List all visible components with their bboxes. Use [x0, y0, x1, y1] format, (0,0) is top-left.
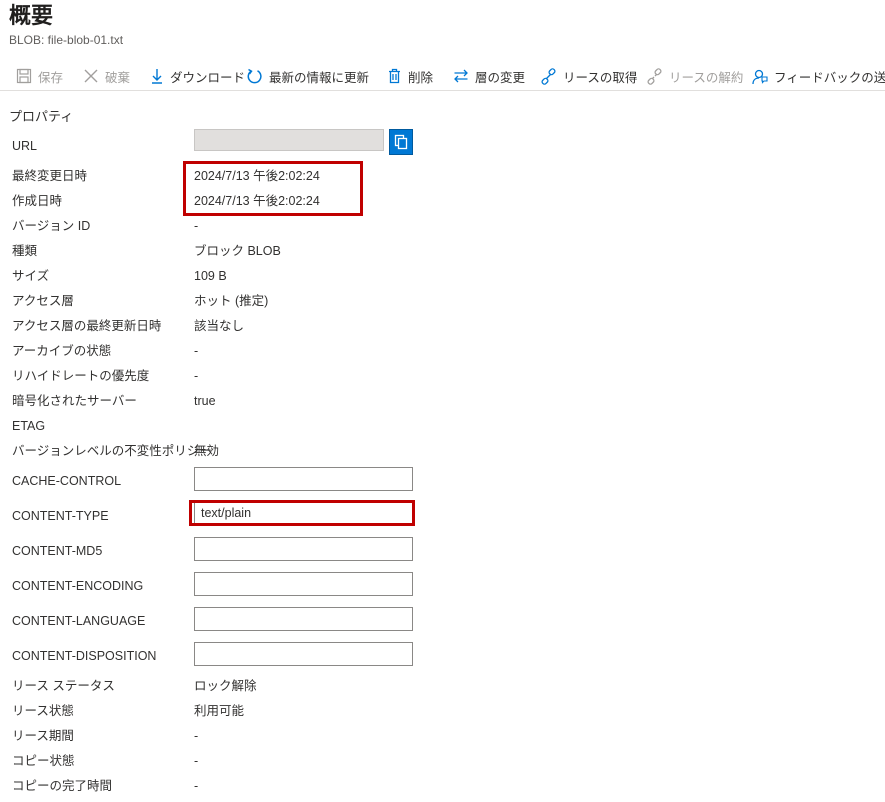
archive-status-label: アーカイブの状態	[12, 344, 112, 358]
tier-last-modified-value: 該当なし	[194, 319, 245, 333]
content-language-label: CONTENT-LANGUAGE	[12, 614, 146, 628]
save-button[interactable]: 保存	[16, 62, 63, 90]
url-field[interactable]	[194, 129, 384, 151]
delete-button[interactable]: 削除	[387, 62, 433, 90]
command-bar: 保存 破棄 ダウンロード 最新の情報に更新 削除 層の変更 リースの取得 リース…	[0, 62, 885, 91]
server-encrypted-label: 暗号化されたサーバー	[12, 394, 137, 408]
content-type-label: CONTENT-TYPE	[12, 509, 109, 523]
archive-status-value: -	[194, 344, 199, 358]
content-encoding-input[interactable]	[194, 572, 413, 596]
trash-icon	[389, 68, 400, 84]
lease-status-value: ロック解除	[194, 679, 257, 693]
save-icon	[16, 68, 32, 84]
change-tier-label: 層の変更	[475, 70, 526, 85]
rehydrate-priority-value: -	[194, 369, 199, 383]
lease-status-label: リース ステータス	[12, 679, 115, 693]
save-label: 保存	[38, 70, 64, 85]
copy-completion-time-value: -	[194, 779, 199, 793]
url-label: URL	[12, 139, 38, 153]
refresh-icon	[247, 68, 262, 83]
content-disposition-label: CONTENT-DISPOSITION	[12, 649, 157, 663]
created-value: 2024/7/13 午後2:02:24	[194, 194, 320, 208]
break-lease-button[interactable]: リースの解約	[646, 62, 743, 90]
blob-name-subtitle: BLOB: file-blob-01.txt	[9, 33, 124, 47]
lease-duration-value: -	[194, 729, 199, 743]
acquire-lease-label: リースの取得	[563, 70, 638, 85]
content-encoding-label: CONTENT-ENCODING	[12, 579, 144, 593]
discard-label: 破棄	[105, 70, 131, 85]
feedback-icon	[752, 69, 768, 84]
content-disposition-input[interactable]	[194, 642, 413, 666]
feedback-label: フィードバックの送信	[774, 70, 885, 85]
immutability-policy-label: バージョンレベルの不変性ポリシー	[12, 444, 212, 458]
link-icon	[541, 67, 556, 85]
blob-type-label: 種類	[12, 244, 38, 258]
copy-status-label: コピー状態	[12, 754, 75, 768]
break-lease-label: リースの解約	[669, 70, 744, 85]
page-title: 概要	[9, 3, 54, 28]
last-modified-label: 最終変更日時	[12, 169, 88, 183]
lease-state-value: 利用可能	[194, 704, 245, 718]
content-md5-label: CONTENT-MD5	[12, 544, 103, 558]
content-md5-input[interactable]	[194, 537, 413, 561]
cache-control-input[interactable]	[194, 467, 413, 491]
size-value: 109 B	[194, 269, 227, 283]
etag-label: ETAG	[12, 419, 46, 433]
download-button[interactable]: ダウンロード	[150, 62, 245, 90]
size-label: サイズ	[12, 269, 50, 283]
download-label: ダウンロード	[170, 70, 246, 85]
rehydrate-priority-label: リハイドレートの優先度	[12, 369, 150, 383]
lease-duration-label: リース期間	[12, 729, 74, 743]
broken-link-icon	[647, 67, 662, 85]
copy-icon	[394, 134, 408, 150]
refresh-label: 最新の情報に更新	[269, 70, 370, 85]
properties-section-title: プロパティ	[9, 109, 74, 124]
version-id-label: バージョン ID	[12, 219, 91, 233]
refresh-button[interactable]: 最新の情報に更新	[246, 62, 369, 90]
feedback-button[interactable]: フィードバックの送信	[751, 62, 885, 90]
change-tier-button[interactable]: 層の変更	[453, 62, 525, 90]
server-encrypted-value: true	[194, 394, 216, 408]
created-label: 作成日時	[12, 194, 63, 208]
delete-label: 削除	[408, 70, 434, 85]
copy-url-button[interactable]	[389, 129, 413, 155]
acquire-lease-button[interactable]: リースの取得	[540, 62, 637, 90]
swap-arrows-icon	[454, 69, 468, 83]
copy-completion-time-label: コピーの完了時間	[12, 779, 113, 793]
last-modified-value: 2024/7/13 午後2:02:24	[194, 169, 320, 183]
download-icon	[152, 69, 162, 84]
cache-control-label: CACHE-CONTROL	[12, 474, 122, 488]
blob-type-value: ブロック BLOB	[194, 244, 281, 258]
tier-last-modified-label: アクセス層の最終更新日時	[12, 319, 162, 333]
lease-state-label: リース状態	[12, 704, 74, 718]
discard-button[interactable]: 破棄	[83, 62, 130, 90]
immutability-policy-value: 無効	[194, 444, 220, 458]
content-type-input[interactable]: text/plain	[194, 502, 413, 526]
version-id-value: -	[194, 219, 199, 233]
content-language-input[interactable]	[194, 607, 413, 631]
access-tier-value: ホット (推定)	[194, 294, 269, 308]
copy-status-value: -	[194, 754, 199, 768]
close-icon	[84, 69, 98, 83]
access-tier-label: アクセス層	[12, 294, 74, 308]
